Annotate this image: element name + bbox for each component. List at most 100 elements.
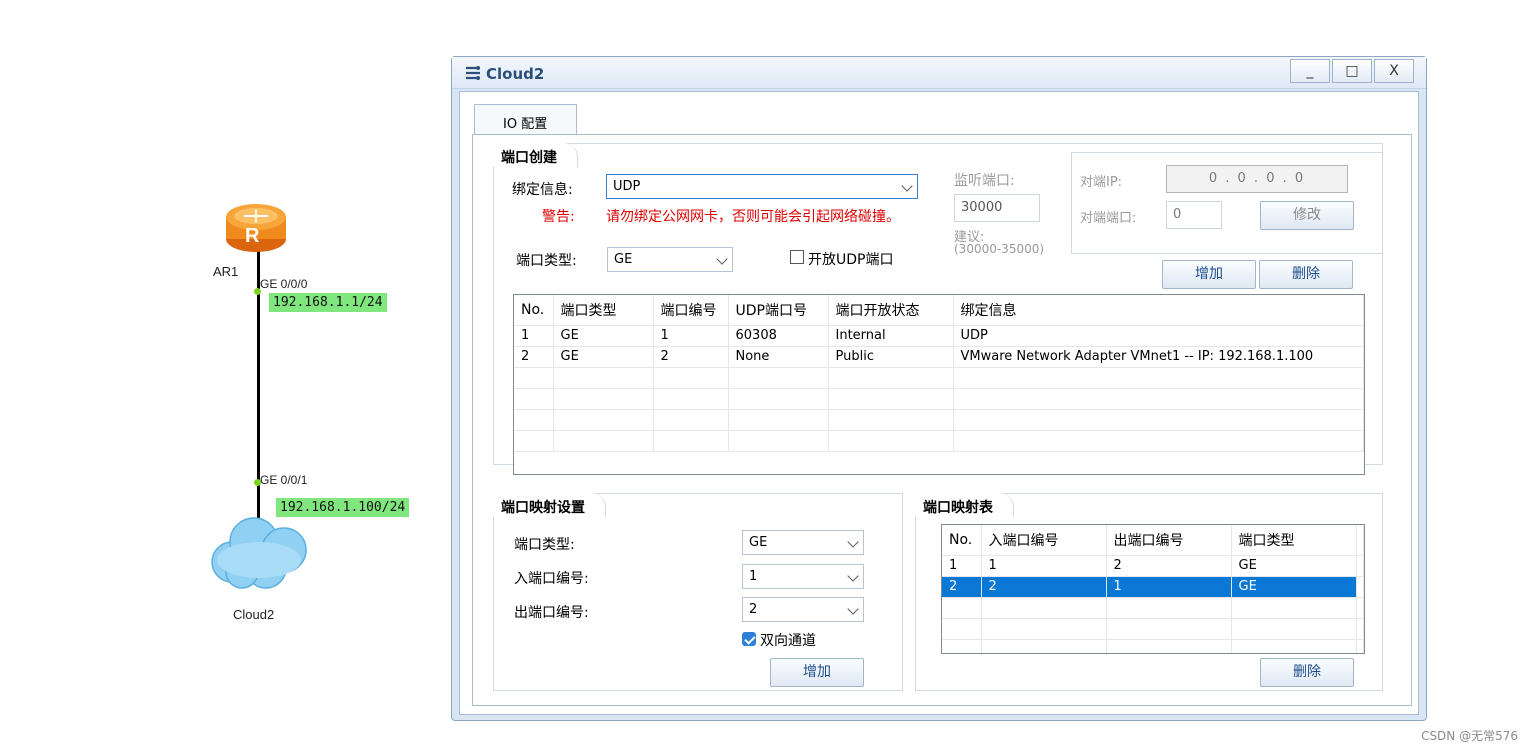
map-port-type-label: 端口类型: <box>514 537 575 553</box>
column-header[interactable]: 绑定信息 <box>953 295 1364 326</box>
table-cell: GE <box>553 325 654 347</box>
empty-row <box>942 597 1364 619</box>
tab-io-config[interactable]: IO 配置 <box>474 104 577 134</box>
table-cell: Internal <box>828 325 954 347</box>
table-row-selected[interactable]: 2 2 1 GE <box>942 576 1364 598</box>
port-map-table-title: 端口映射表 <box>915 493 1014 517</box>
cloud-icon[interactable] <box>204 512 314 592</box>
mapping-table[interactable]: No. 入端口编号 出端口编号 端口类型 1 1 2 GE 2 2 1 GE <box>941 524 1365 654</box>
cloud2-window: Cloud2 _ □ X IO 配置 端口创建 绑定信息: UDP 警告: 请勿… <box>451 56 1427 721</box>
table-cell: 1 <box>653 325 729 347</box>
peer-ip-label: 对端IP: <box>1080 175 1123 190</box>
table-cell: 1 <box>981 555 1107 577</box>
title-bar[interactable]: Cloud2 _ □ X <box>452 57 1426 89</box>
empty-row <box>942 639 1364 653</box>
table-row[interactable]: 2 GE 2 None Public VMware Network Adapte… <box>514 346 1364 368</box>
column-header[interactable]: No. <box>942 525 982 556</box>
peer-box: 对端IP: 0 . 0 . 0 . 0 对端端口: 0 修改 <box>1071 152 1383 254</box>
maximize-button[interactable]: □ <box>1332 59 1372 83</box>
column-header[interactable]: 端口开放状态 <box>828 295 954 326</box>
table-cell: 1 <box>1106 576 1232 598</box>
map-port-type-value: GE <box>749 535 768 550</box>
port-map-settings-group: 端口映射设置 端口类型: GE 入端口编号: 1 出端口编号: 2 双向通道 增… <box>493 493 903 691</box>
listen-port-input[interactable]: 30000 <box>954 194 1040 222</box>
open-udp-label: 开放UDP端口 <box>808 252 894 268</box>
table-cell: 2 <box>942 576 982 598</box>
table-cell: UDP <box>953 325 1364 347</box>
out-port-select[interactable]: 2 <box>742 597 864 622</box>
in-port-value: 1 <box>749 569 758 584</box>
column-header[interactable]: 入端口编号 <box>981 525 1107 556</box>
router-letter: R <box>245 225 260 247</box>
delete-port-button[interactable]: 删除 <box>1259 260 1353 289</box>
window-title: Cloud2 <box>486 65 545 83</box>
table-cell: Public <box>828 346 954 368</box>
table-cell: GE <box>1231 555 1357 577</box>
table-header-row: No. 端口类型 端口编号 UDP端口号 端口开放状态 绑定信息 <box>514 295 1364 326</box>
peer-port-label: 对端端口: <box>1080 211 1137 226</box>
table-cell: VMware Network Adapter VMnet1 -- IP: 192… <box>953 346 1364 368</box>
table-cell: GE <box>553 346 654 368</box>
cloud-port-label: GE 0/0/1 <box>260 473 308 487</box>
warning-text: 请勿绑定公网网卡，否则可能会引起网络碰撞。 <box>606 209 900 225</box>
table-cell: 60308 <box>728 325 829 347</box>
add-port-button[interactable]: 增加 <box>1162 260 1256 289</box>
cloud-name: Cloud2 <box>233 607 275 622</box>
chevron-down-icon <box>847 570 859 582</box>
close-button[interactable]: X <box>1374 59 1414 83</box>
table-cell: GE <box>1231 576 1357 598</box>
empty-row <box>514 388 1364 410</box>
delete-mapping-button[interactable]: 删除 <box>1260 658 1354 687</box>
bidirectional-label: 双向通道 <box>760 633 816 649</box>
column-header[interactable]: UDP端口号 <box>728 295 829 326</box>
port-map-settings-title: 端口映射设置 <box>493 493 606 517</box>
port-create-group: 端口创建 绑定信息: UDP 警告: 请勿绑定公网网卡，否则可能会引起网络碰撞。… <box>493 143 1383 475</box>
bind-info-value: UDP <box>613 179 641 194</box>
bind-info-select[interactable]: UDP <box>606 174 918 199</box>
column-header[interactable]: No. <box>514 295 554 326</box>
add-mapping-button[interactable]: 增加 <box>770 658 864 687</box>
out-port-label: 出端口编号: <box>514 605 589 621</box>
out-port-value: 2 <box>749 602 758 617</box>
table-cell: 1 <box>942 555 982 577</box>
in-port-select[interactable]: 1 <box>742 564 864 589</box>
router-ip-label: 192.168.1.1/24 <box>269 293 387 312</box>
chevron-down-icon <box>847 536 859 548</box>
port-create-title: 端口创建 <box>493 143 578 167</box>
port-type-select[interactable]: GE <box>607 247 733 272</box>
table-cell: 2 <box>653 346 729 368</box>
listen-port-label: 监听端口: <box>954 173 1015 189</box>
table-row[interactable]: 1 1 2 GE <box>942 555 1364 577</box>
table-row[interactable]: 1 GE 1 60308 Internal UDP <box>514 325 1364 347</box>
port-type-label: 端口类型: <box>516 253 577 269</box>
table-cell: 2 <box>1106 555 1232 577</box>
peer-ip-input[interactable]: 0 . 0 . 0 . 0 <box>1166 165 1348 193</box>
minimize-button[interactable]: _ <box>1290 59 1330 83</box>
modify-button[interactable]: 修改 <box>1260 201 1354 230</box>
router-name: AR1 <box>213 264 239 279</box>
in-port-label: 入端口编号: <box>514 571 589 587</box>
table-cell: None <box>728 346 829 368</box>
empty-row <box>514 367 1364 389</box>
map-port-type-select[interactable]: GE <box>742 530 864 555</box>
table-header-row: No. 入端口编号 出端口编号 端口类型 <box>942 525 1364 556</box>
column-header[interactable]: 端口编号 <box>653 295 729 326</box>
suggest-range: (30000-35000) <box>954 242 1045 256</box>
column-header[interactable]: 出端口编号 <box>1106 525 1232 556</box>
empty-row <box>514 409 1364 431</box>
port-table[interactable]: No. 端口类型 端口编号 UDP端口号 端口开放状态 绑定信息 1 GE 1 <box>513 294 1365 475</box>
peer-port-input[interactable]: 0 <box>1166 201 1222 229</box>
port-map-table-group: 端口映射表 No. 入端口编号 出端口编号 端口类型 1 1 2 GE 2 2 … <box>915 493 1383 691</box>
empty-row <box>942 618 1364 640</box>
warning-label: 警告: <box>542 209 575 225</box>
watermark: CSDN @无常576 <box>1421 729 1518 743</box>
column-header[interactable]: 端口类型 <box>553 295 654 326</box>
open-udp-checkbox[interactable] <box>790 250 804 264</box>
window-client: IO 配置 端口创建 绑定信息: UDP 警告: 请勿绑定公网网卡，否则可能会引… <box>459 91 1419 715</box>
table-cell: 2 <box>514 346 554 368</box>
column-header[interactable]: 端口类型 <box>1231 525 1357 556</box>
chevron-down-icon <box>716 253 728 265</box>
router-port-label: GE 0/0/0 <box>260 277 308 291</box>
port-type-value: GE <box>614 252 633 267</box>
bidirectional-checkbox[interactable] <box>742 632 756 646</box>
